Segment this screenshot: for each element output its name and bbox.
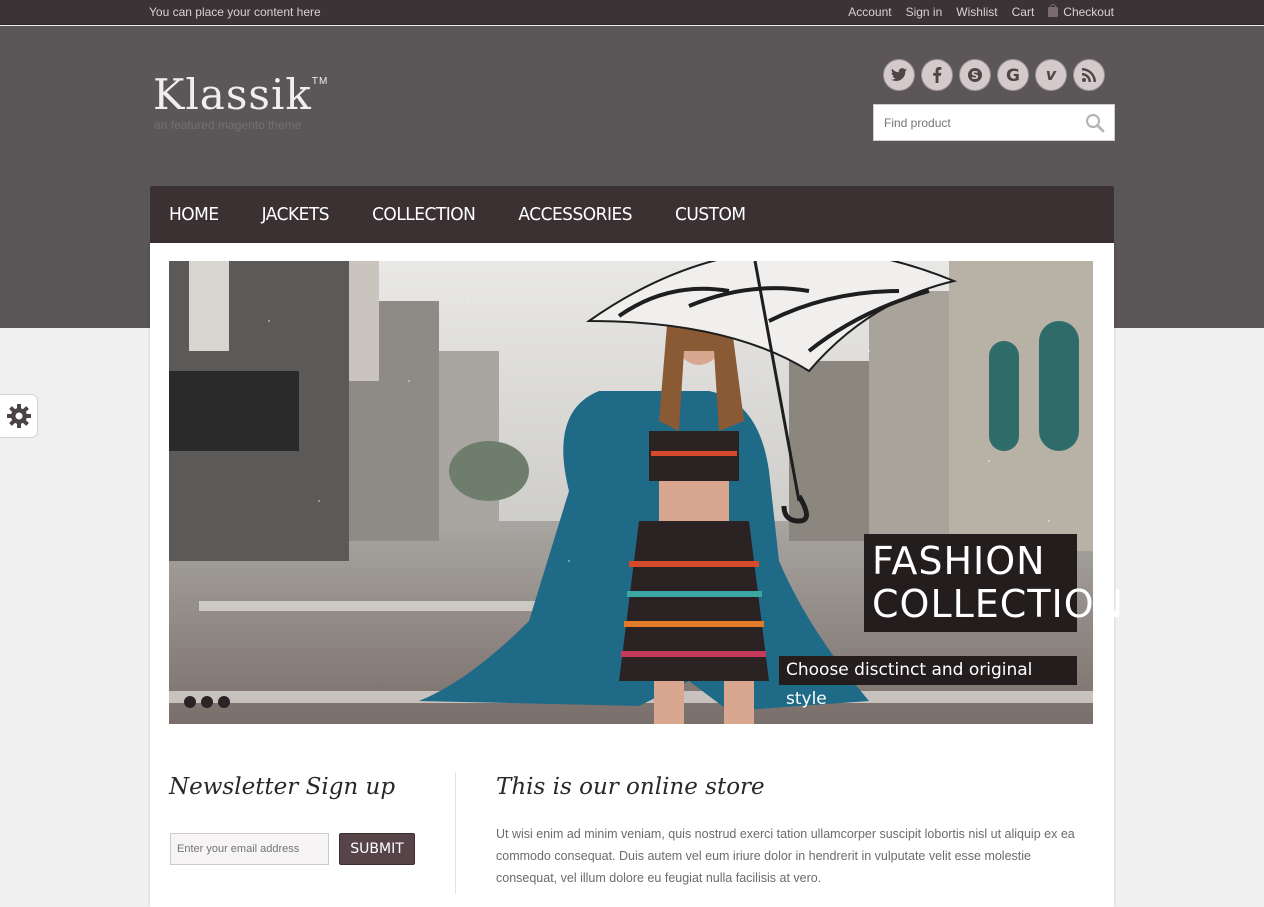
logo[interactable]: KlassikTM — [153, 70, 328, 119]
svg-text:v: v — [1046, 67, 1057, 83]
slide-subtitle: Choose disctinct and original style — [779, 656, 1077, 709]
cart-link[interactable]: Cart — [1012, 5, 1035, 19]
main-nav: HOME JACKETS COLLECTION ACCESSORIES CUST… — [150, 186, 1114, 243]
gear-icon — [6, 404, 31, 428]
checkout-link[interactable]: Checkout — [1048, 4, 1114, 19]
nav-item-collection[interactable]: COLLECTION — [372, 204, 476, 225]
slider-dot[interactable] — [201, 696, 213, 708]
vimeo-icon[interactable]: v — [1035, 59, 1067, 91]
nav-item-home[interactable]: HOME — [169, 204, 219, 225]
slider-dot[interactable] — [218, 696, 230, 708]
slider-dots — [184, 696, 230, 708]
store-title: This is our online store — [496, 774, 765, 800]
nav-item-custom[interactable]: CUSTOM — [675, 204, 746, 225]
google-icon[interactable]: G — [997, 59, 1029, 91]
settings-tab[interactable] — [0, 394, 38, 438]
social-links: S G v — [883, 59, 1105, 91]
tagline: an featured magento theme — [154, 118, 302, 132]
top-links: Account Sign in Wishlist Cart Checkout — [848, 4, 1114, 19]
skype-icon[interactable]: S — [959, 59, 991, 91]
rss-icon[interactable] — [1073, 59, 1105, 91]
welcome-text: You can place your content here — [149, 5, 321, 19]
bag-icon — [1048, 4, 1059, 17]
svg-text:S: S — [971, 69, 979, 82]
nav-item-accessories[interactable]: ACCESSORIES — [518, 204, 632, 225]
submit-button[interactable]: SUBMIT — [339, 833, 415, 865]
search-box — [873, 104, 1115, 141]
slide-title-line2: COLLECTION — [872, 582, 1125, 626]
logo-text: Klassik — [153, 70, 312, 119]
trademark: TM — [311, 76, 329, 87]
search-input[interactable] — [874, 105, 1074, 140]
svg-text:G: G — [1006, 67, 1020, 83]
account-link[interactable]: Account — [848, 5, 891, 19]
slide-title: FASHION COLLECTION — [864, 534, 1125, 632]
hero-image — [169, 261, 1093, 724]
twitter-icon[interactable] — [883, 59, 915, 91]
search-icon[interactable] — [1085, 113, 1105, 133]
nav-item-jackets[interactable]: JACKETS — [262, 204, 330, 225]
email-field[interactable] — [170, 833, 329, 865]
hero-slider[interactable] — [169, 261, 1093, 724]
slide-title-line1: FASHION — [872, 539, 1046, 583]
top-bar: You can place your content here Account … — [0, 0, 1264, 25]
divider — [455, 772, 456, 894]
wishlist-link[interactable]: Wishlist — [956, 5, 997, 19]
newsletter-title: Newsletter Sign up — [169, 774, 396, 800]
facebook-icon[interactable] — [921, 59, 953, 91]
store-text: Ut wisi enim ad minim veniam, quis nostr… — [496, 827, 1075, 885]
slider-dot[interactable] — [184, 696, 196, 708]
sign-in-link[interactable]: Sign in — [906, 5, 943, 19]
checkout-label: Checkout — [1063, 5, 1114, 19]
